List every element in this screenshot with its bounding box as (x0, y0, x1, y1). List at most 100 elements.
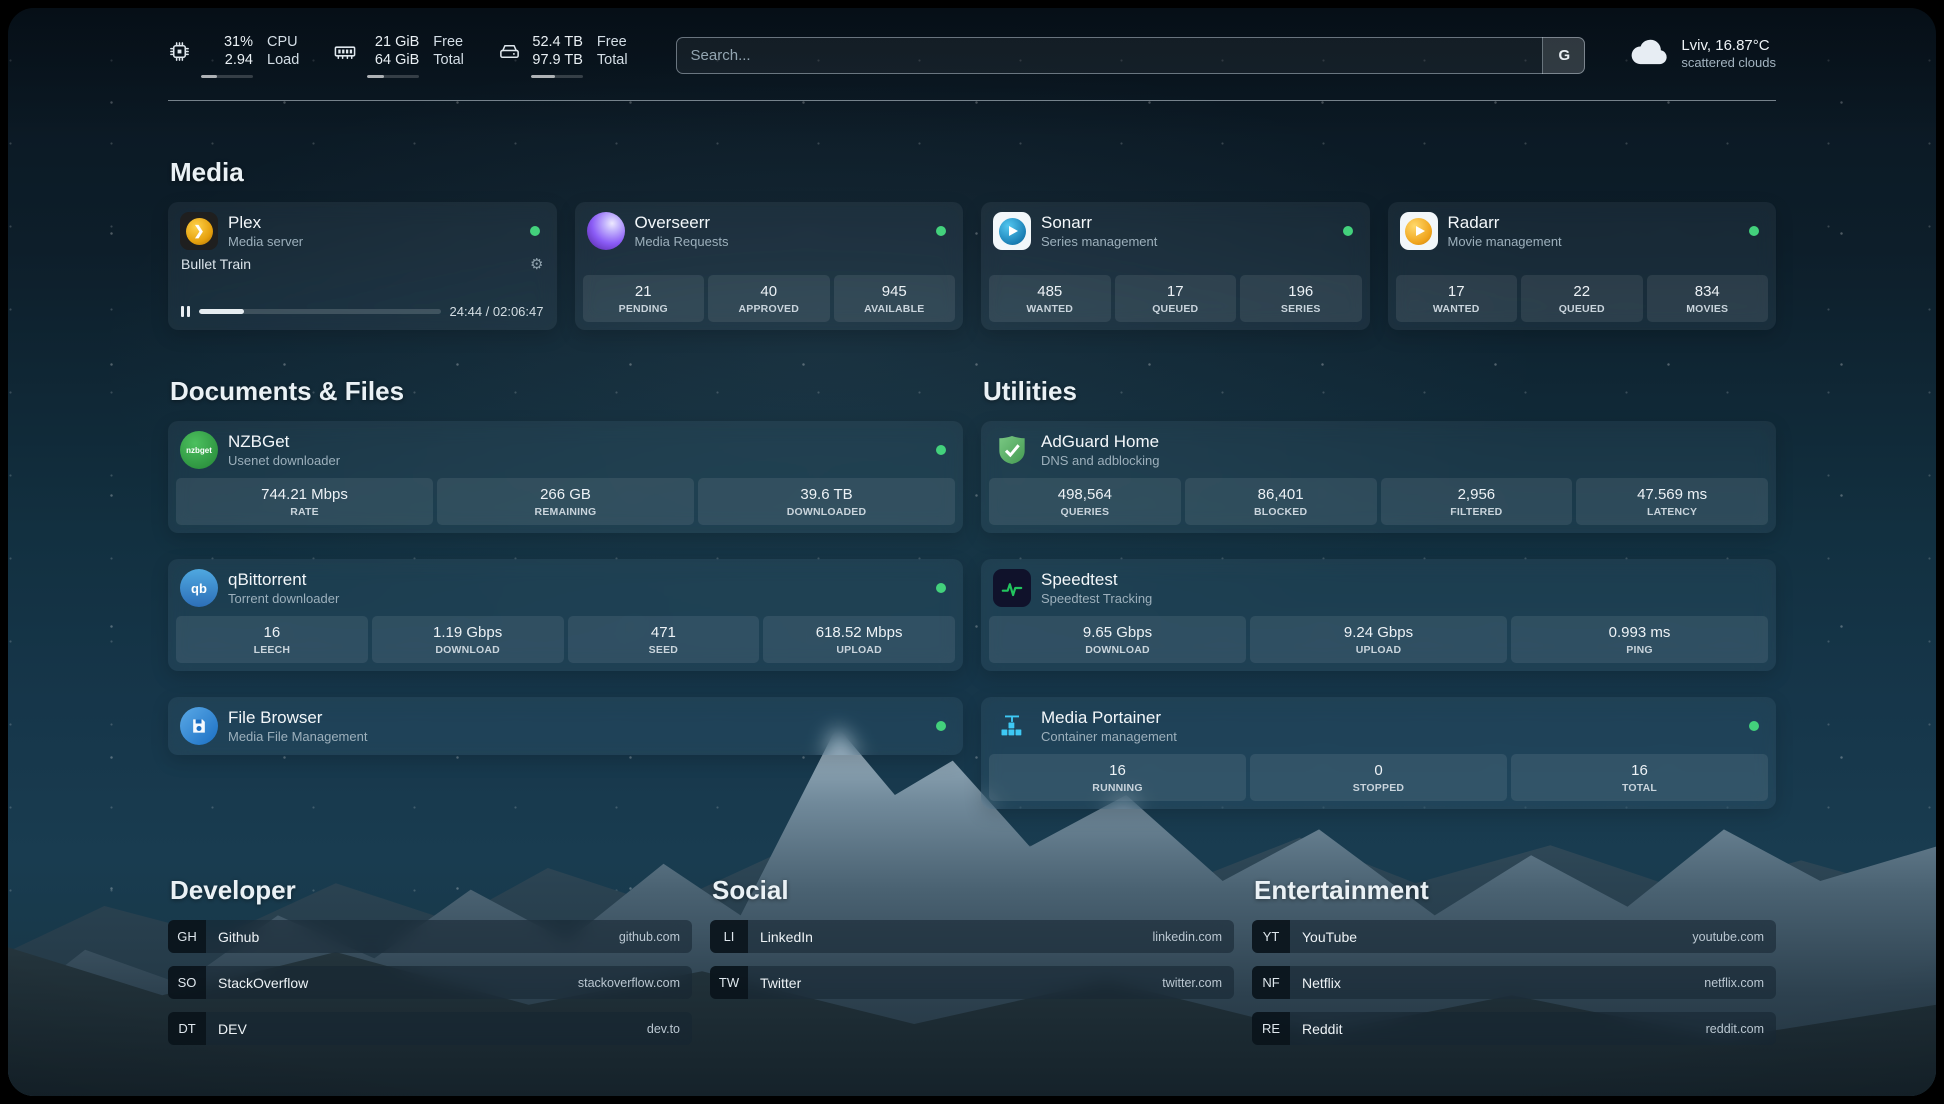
stat-value: 16 (991, 762, 1244, 779)
bookmark-twitter[interactable]: TW Twitter twitter.com (710, 966, 1234, 999)
disk-usage-bar (531, 75, 583, 78)
service-link-speedtest[interactable]: Speedtest Speedtest Tracking (989, 567, 1768, 609)
stat-value: 744.21 Mbps (178, 486, 431, 503)
service-link-adguard[interactable]: AdGuard Home DNS and adblocking (989, 429, 1768, 471)
bookmark-url: twitter.com (1162, 976, 1222, 990)
service-link-nzbget[interactable]: nzbget NZBGet Usenet downloader (176, 429, 955, 471)
bookmark-abbr: SO (168, 966, 206, 999)
status-dot-nzbget (936, 445, 946, 455)
stat-label: QUERIES (991, 506, 1179, 518)
stat-value: 485 (991, 283, 1109, 300)
stat-value: 86,401 (1187, 486, 1375, 503)
service-desc-sonarr: Series management (1041, 234, 1157, 249)
section-title-entertainment: Entertainment (1254, 875, 1776, 906)
weather-widget: Lviv, 16.87°C scattered clouds (1629, 36, 1776, 71)
bookmark-url: reddit.com (1706, 1022, 1764, 1036)
bookmark-url: stackoverflow.com (578, 976, 680, 990)
topbar-divider (168, 100, 1776, 101)
stat-label: LEECH (178, 644, 366, 656)
search-input[interactable] (676, 37, 1586, 74)
stat-value: 40 (710, 283, 828, 300)
stat-download: 9.65 Gbps DOWNLOAD (989, 616, 1246, 663)
plex-chevron-glyph: ❯ (186, 218, 213, 245)
gear-icon[interactable]: ⚙ (530, 257, 543, 272)
memory-free-label: Free (433, 34, 464, 51)
service-link-qbittorrent[interactable]: qb qBittorrent Torrent downloader (176, 567, 955, 609)
section-utilities: Utilities (981, 376, 1776, 809)
stat-label: QUEUED (1117, 303, 1235, 315)
bookmark-name: YouTube (1302, 929, 1357, 945)
service-link-sonarr[interactable]: Sonarr Series management (989, 210, 1362, 252)
stat-pending: 21 PENDING (583, 275, 705, 322)
sonarr-icon (993, 212, 1031, 250)
service-desc-plex: Media server (228, 234, 303, 249)
stat-label: PING (1513, 644, 1766, 656)
service-desc-filebrowser: Media File Management (228, 729, 367, 744)
stat-value: 39.6 TB (700, 486, 953, 503)
bookmark-name: StackOverflow (218, 975, 308, 991)
service-card-qbittorrent: qb qBittorrent Torrent downloader 16 LEE… (168, 559, 963, 671)
stat-value: 196 (1242, 283, 1360, 300)
service-desc-adguard: DNS and adblocking (1041, 453, 1160, 468)
stat-value: 266 GB (439, 486, 692, 503)
adguard-icon (993, 431, 1031, 469)
bookmark-youtube[interactable]: YT YouTube youtube.com (1252, 920, 1776, 953)
stat-value: 618.52 Mbps (765, 624, 953, 641)
disk-total-label: Total (597, 52, 628, 69)
qbittorrent-icon: qb (180, 569, 218, 607)
stat-rate: 744.21 Mbps RATE (176, 478, 433, 525)
memory-total-label: Total (433, 52, 464, 69)
service-name-portainer: Media Portainer (1041, 708, 1177, 728)
bookmark-reddit[interactable]: RE Reddit reddit.com (1252, 1012, 1776, 1045)
plex-playback-time: 24:44 / 02:06:47 (450, 304, 544, 319)
stat-stopped: 0 STOPPED (1250, 754, 1507, 801)
stat-value: 9.24 Gbps (1252, 624, 1505, 641)
memory-total-value: 64 GiB (367, 52, 419, 69)
stat-value: 498,564 (991, 486, 1179, 503)
stat-approved: 40 APPROVED (708, 275, 830, 322)
service-link-portainer[interactable]: Media Portainer Container management (989, 705, 1768, 747)
service-link-plex[interactable]: ❯ Plex Media server (176, 210, 549, 252)
memory-icon (333, 40, 357, 68)
overseerr-icon (587, 212, 625, 250)
bookmark-abbr: RE (1252, 1012, 1290, 1045)
bookmark-netflix[interactable]: NF Netflix netflix.com (1252, 966, 1776, 999)
service-link-overseerr[interactable]: Overseerr Media Requests (583, 210, 956, 252)
stat-label: DOWNLOADED (700, 506, 953, 518)
service-desc-speedtest: Speedtest Tracking (1041, 591, 1152, 606)
section-media: Media ❯ Plex Media server (168, 157, 1776, 330)
stat-wanted: 485 WANTED (989, 275, 1111, 322)
stat-upload: 618.52 Mbps UPLOAD (763, 616, 955, 663)
stat-label: MOVIES (1649, 303, 1767, 315)
stat-value: 17 (1117, 283, 1235, 300)
stat-queued: 22 QUEUED (1521, 275, 1643, 322)
search-provider-button[interactable]: G (1542, 37, 1585, 74)
service-desc-nzbget: Usenet downloader (228, 453, 340, 468)
plex-progress-bar[interactable] (199, 309, 441, 314)
bookmark-url: github.com (619, 930, 680, 944)
bookmark-stackoverflow[interactable]: SO StackOverflow stackoverflow.com (168, 966, 692, 999)
bookmark-dev[interactable]: DT DEV dev.to (168, 1012, 692, 1045)
stat-value: 17 (1398, 283, 1516, 300)
status-dot-plex (530, 226, 540, 236)
pause-icon[interactable] (181, 306, 190, 317)
service-name-overseerr: Overseerr (635, 213, 729, 233)
service-desc-overseerr: Media Requests (635, 234, 729, 249)
bookmark-github[interactable]: GH Github github.com (168, 920, 692, 953)
search-bar: G (676, 37, 1586, 74)
service-card-sonarr: Sonarr Series management 485 WANTED 17 Q… (981, 202, 1370, 330)
bookmark-url: linkedin.com (1153, 930, 1222, 944)
stat-queries: 498,564 QUERIES (989, 478, 1181, 525)
portainer-icon (993, 707, 1031, 745)
service-card-filebrowser: File Browser Media File Management (168, 697, 963, 755)
service-desc-qbittorrent: Torrent downloader (228, 591, 339, 606)
bookmark-linkedin[interactable]: LI LinkedIn linkedin.com (710, 920, 1234, 953)
service-link-radarr[interactable]: Radarr Movie management (1396, 210, 1769, 252)
bookmark-name: LinkedIn (760, 929, 813, 945)
stat-label: TOTAL (1513, 782, 1766, 794)
service-link-filebrowser[interactable]: File Browser Media File Management (176, 705, 955, 747)
stat-download: 1.19 Gbps DOWNLOAD (372, 616, 564, 663)
stat-label: UPLOAD (1252, 644, 1505, 656)
bookmark-url: dev.to (647, 1022, 680, 1036)
bookmark-name: DEV (218, 1021, 247, 1037)
